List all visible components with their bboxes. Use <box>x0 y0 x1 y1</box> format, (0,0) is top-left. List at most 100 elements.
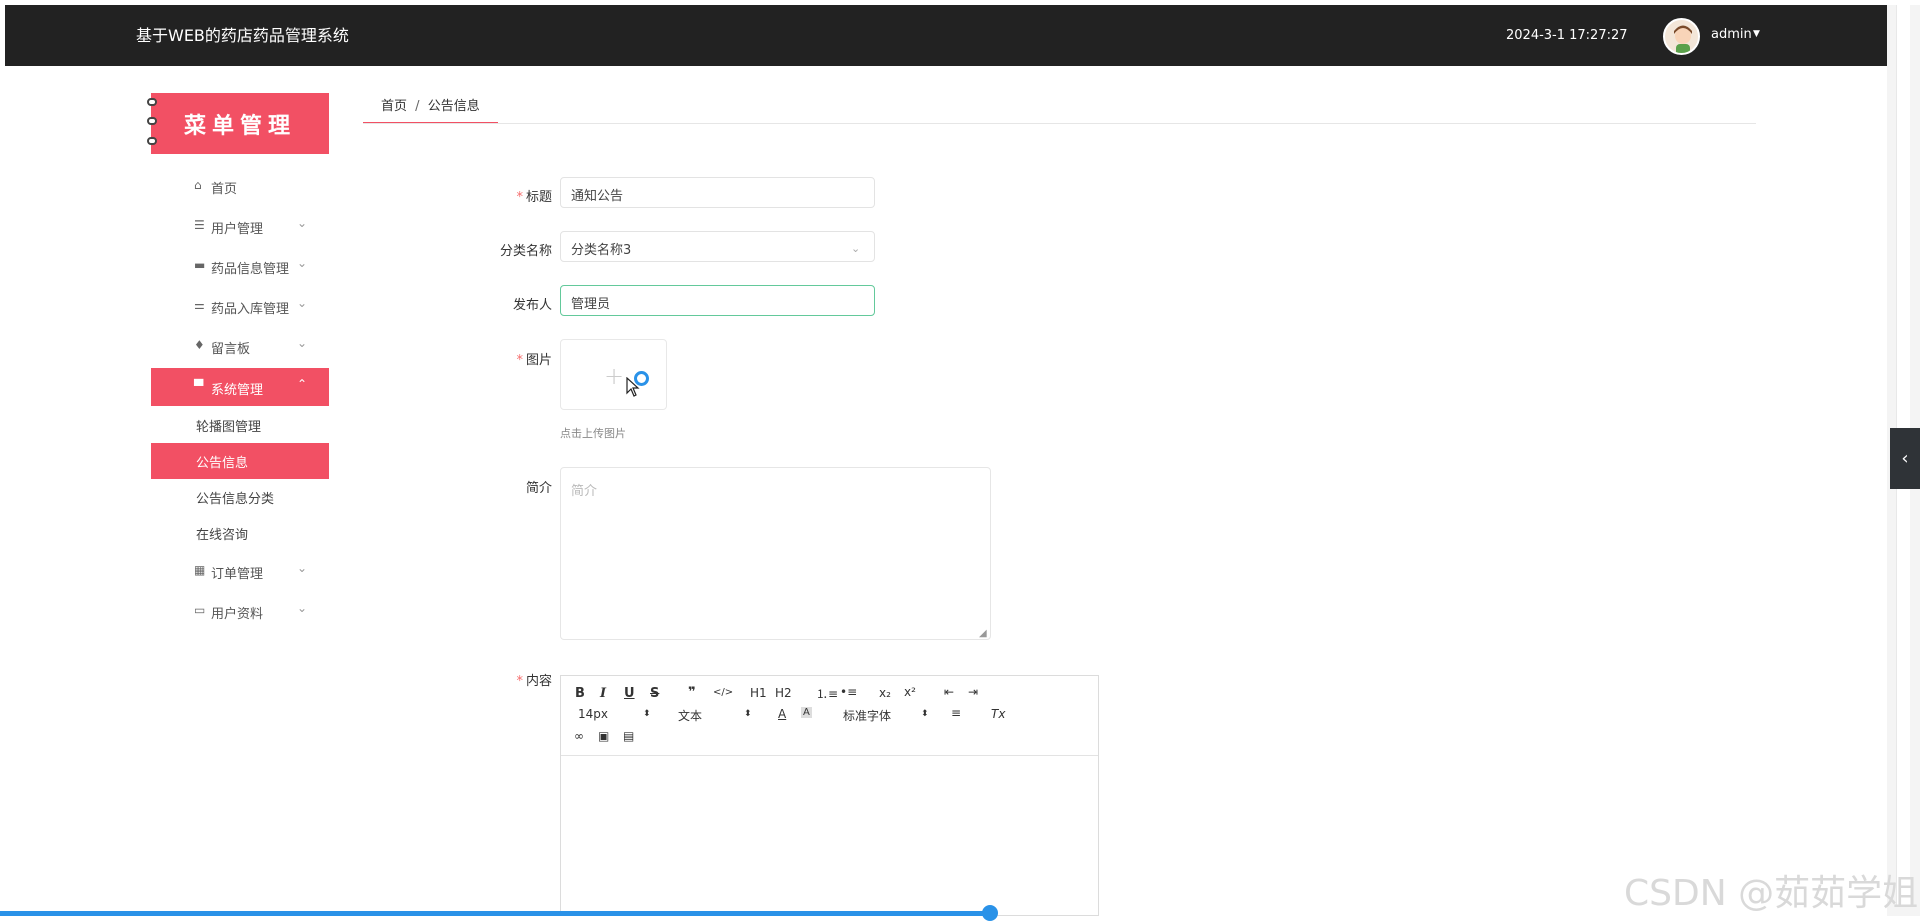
rich-text-editor[interactable]: B I U S ❞ </> H1 H2 ⒈≡ •≡ x₂ x² ⇤ ⇥ 14px… <box>560 675 1099 916</box>
avatar-face-icon <box>1674 25 1692 53</box>
sidebar-subitem-consult[interactable]: 在线咨询 <box>151 515 329 551</box>
binder-ring-icon <box>147 98 157 106</box>
heading2-button[interactable]: H2 <box>775 686 792 700</box>
watermark: CSDN @茹茹学姐 <box>1624 873 1919 914</box>
sidebar-item-orders[interactable]: ▦ 订单管理 ⌄ <box>151 552 329 590</box>
image-label: * 图片 <box>432 349 552 368</box>
user-menu-name[interactable]: admin <box>1711 27 1752 42</box>
sidebar-item-system[interactable]: ▀ 系统管理 ⌃ <box>151 368 329 406</box>
sidebar-item-label: 订单管理 <box>211 567 264 582</box>
breadcrumb-current: 公告信息 <box>427 99 480 114</box>
plus-icon: + <box>604 362 625 390</box>
chevron-down-icon: ⌄ <box>297 601 308 615</box>
required-mark-icon: * <box>516 190 523 205</box>
resize-handle-icon[interactable]: ◢ <box>979 628 987 639</box>
sidebar-item-label: 系统管理 <box>211 383 264 398</box>
top-header: 基于WEB的药店药品管理系统 2024-3-1 17:27:27 admin ▼ <box>5 5 1887 66</box>
content-label-text: 内容 <box>525 674 552 689</box>
select-arrows-icon: ⬍ <box>921 709 929 719</box>
sidebar-item-label: 用户管理 <box>211 222 264 237</box>
summary-label: 简介 <box>525 481 552 496</box>
collapse-panel-button[interactable]: ‹ <box>1890 428 1920 489</box>
outdent-icon[interactable]: ⇤ <box>944 685 954 699</box>
chat-icon: ▀ <box>194 379 204 393</box>
sidebar-item-users[interactable]: ☰ 用户管理 ⌄ <box>151 207 329 245</box>
image-label-text: 图片 <box>525 353 552 368</box>
pin-icon: ♦ <box>194 338 205 352</box>
select-arrows-icon: ⬍ <box>643 709 651 719</box>
caret-down-icon[interactable]: ▼ <box>1753 29 1760 39</box>
chevron-down-icon: ⌄ <box>297 256 308 270</box>
indent-icon[interactable]: ⇥ <box>968 685 978 699</box>
bold-button[interactable]: B <box>575 686 585 701</box>
required-mark-icon: * <box>516 674 523 689</box>
header-select[interactable]: 文本 <box>678 707 702 724</box>
breadcrumb-home[interactable]: 首页 <box>381 99 407 114</box>
sidebar-item-drug-stock[interactable]: ⚌ 药品入库管理 ⌄ <box>151 287 329 325</box>
browser-page: 基于WEB的药店药品管理系统 2024-3-1 17:27:27 admin ▼… <box>0 0 1920 921</box>
home-icon: ⌂ <box>194 178 202 192</box>
list-icon: ☰ <box>194 218 205 232</box>
clear-format-button[interactable]: Tx <box>991 707 1005 721</box>
page-load-progress <box>0 911 990 916</box>
background-color-icon[interactable]: A <box>801 707 812 718</box>
current-datetime: 2024-3-1 17:27:27 <box>1506 28 1628 43</box>
chevron-down-icon: ⌄ <box>297 561 308 575</box>
mouse-pointer-icon <box>626 377 640 397</box>
sidebar-item-drug-info[interactable]: ▬ 药品信息管理 ⌄ <box>151 247 329 285</box>
editor-toolbar: B I U S ❞ </> H1 H2 ⒈≡ •≡ x₂ x² ⇤ ⇥ 14px… <box>561 676 1098 756</box>
font-color-icon[interactable]: A <box>778 707 786 721</box>
code-block-button[interactable]: </> <box>713 687 733 698</box>
title-label-text: 标题 <box>525 190 552 205</box>
superscript-button[interactable]: x² <box>904 685 916 699</box>
app-title: 基于WEB的药店药品管理系统 <box>136 26 349 45</box>
category-select[interactable]: 分类名称3 <box>560 231 875 262</box>
breadcrumb-separator: / <box>415 99 420 114</box>
breadcrumb: 首页 / 公告信息 <box>381 95 480 114</box>
bullet-list-icon[interactable]: •≡ <box>840 685 857 699</box>
chevron-left-icon: ‹ <box>1901 448 1909 469</box>
sidebar-item-profile[interactable]: ▭ 用户资料 ⌄ <box>151 592 329 630</box>
title-input[interactable]: 通知公告 <box>560 177 875 208</box>
image-insert-icon[interactable]: ▣ <box>598 729 609 743</box>
sidebar-subitem-announcement-category[interactable]: 公告信息分类 <box>151 479 329 515</box>
link-icon[interactable]: ∞ <box>574 729 584 743</box>
strikethrough-button[interactable]: S <box>650 686 659 701</box>
sidebar-subitem-label: 公告信息 <box>196 456 249 471</box>
sliders-icon: ⚌ <box>194 298 205 312</box>
underline-button[interactable]: U <box>624 686 635 701</box>
title-label: * 标题 <box>432 186 552 205</box>
binder-ring-icon <box>147 117 157 125</box>
progress-knob <box>982 905 998 921</box>
chevron-down-icon[interactable]: ⌄ <box>851 242 860 255</box>
subscript-button[interactable]: x₂ <box>879 686 891 700</box>
avatar[interactable] <box>1663 18 1700 55</box>
align-left-icon[interactable]: ≡ <box>951 706 961 720</box>
required-mark-icon: * <box>516 353 523 368</box>
heading1-button[interactable]: H1 <box>750 686 767 700</box>
sidebar-item-label: 用户资料 <box>211 607 264 622</box>
video-insert-icon[interactable]: ▤ <box>623 729 634 743</box>
sidebar-subitem-label: 轮播图管理 <box>196 420 262 435</box>
font-size-select[interactable]: 14px <box>578 707 608 721</box>
publisher-label: 发布人 <box>512 298 552 313</box>
ordered-list-icon[interactable]: ⒈≡ <box>816 685 838 702</box>
sidebar-subitem-label: 在线咨询 <box>196 528 249 543</box>
publisher-input[interactable]: 管理员 <box>560 285 875 316</box>
sidebar-subitem-carousel[interactable]: 轮播图管理 <box>151 407 329 443</box>
divider <box>363 123 1756 124</box>
blockquote-button[interactable]: ❞ <box>688 685 696 700</box>
chevron-down-icon: ⌄ <box>297 216 308 230</box>
sidebar-item-label: 留言板 <box>211 342 251 357</box>
sidebar-item-label: 药品信息管理 <box>211 262 290 277</box>
grid-icon: ▦ <box>194 563 206 577</box>
sidebar-item-home[interactable]: ⌂ 首页 <box>151 167 329 205</box>
summary-textarea[interactable]: 简介 <box>560 467 991 640</box>
sidebar-item-message-board[interactable]: ♦ 留言板 ⌄ <box>151 327 329 365</box>
briefcase-icon: ▬ <box>194 258 206 272</box>
italic-button[interactable]: I <box>600 686 606 701</box>
content-label: * 内容 <box>432 670 552 689</box>
font-family-select[interactable]: 标准字体 <box>843 707 891 724</box>
sidebar-subitem-announcement[interactable]: 公告信息 <box>151 443 329 479</box>
binder-ring-icon <box>147 137 157 145</box>
